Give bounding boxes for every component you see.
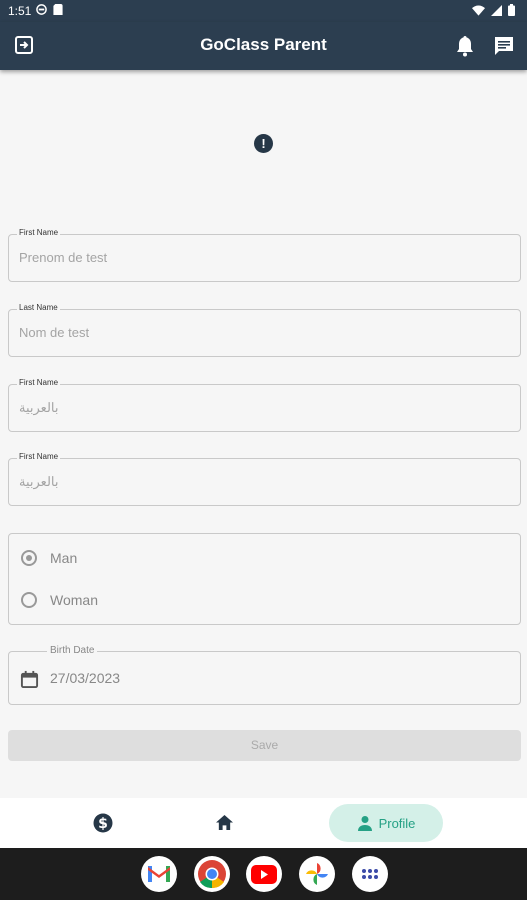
svg-text:$: $	[98, 816, 108, 832]
app-bar: GoClass Parent	[0, 22, 527, 70]
status-time: 1:51	[8, 4, 32, 18]
first-name-label: First Name	[17, 228, 61, 237]
save-button[interactable]: Save	[8, 730, 521, 761]
person-icon	[357, 816, 372, 831]
photos-icon[interactable]	[299, 856, 335, 892]
last-name-arabic-label: First Name	[17, 452, 61, 461]
signal-icon	[491, 4, 502, 16]
sync-status-icon	[36, 4, 47, 15]
radio-unselected-icon[interactable]	[21, 592, 37, 608]
youtube-icon[interactable]	[246, 856, 282, 892]
nav-profile-label: Profile	[378, 815, 416, 831]
last-name-input[interactable]: Nom de test	[19, 325, 89, 340]
last-name-field[interactable]: Last Name Nom de test	[8, 303, 521, 357]
birth-date-label: Birth Date	[47, 645, 98, 656]
sd-card-icon	[53, 4, 63, 15]
birth-date-value[interactable]: 27/03/2023	[50, 670, 120, 686]
nav-payments-icon[interactable]: $	[93, 813, 113, 838]
bottom-navigation: $ Profile	[0, 798, 527, 848]
gender-option-man-label: Man	[50, 550, 78, 566]
first-name-arabic-label: First Name	[17, 378, 61, 387]
android-dock	[0, 848, 527, 900]
wifi-icon	[472, 5, 485, 16]
gender-radio-group: Man Woman	[8, 533, 521, 625]
gender-option-woman[interactable]: Woman	[21, 592, 98, 608]
status-bar: 1:51	[0, 0, 527, 22]
chat-icon[interactable]	[493, 35, 515, 62]
first-name-input[interactable]: Prenom de test	[19, 250, 107, 265]
first-name-arabic-field[interactable]: First Name بالعربية	[8, 378, 521, 432]
last-name-label: Last Name	[17, 303, 60, 312]
last-name-arabic-field[interactable]: First Name بالعربية	[8, 452, 521, 506]
notification-bell-icon[interactable]	[455, 35, 475, 62]
chrome-icon[interactable]	[194, 856, 230, 892]
battery-icon	[508, 4, 515, 16]
app-drawer-icon[interactable]	[352, 856, 388, 892]
profile-alert-icon: !	[254, 134, 273, 153]
calendar-icon[interactable]	[20, 670, 39, 694]
nav-home-icon[interactable]	[215, 814, 234, 836]
first-name-arabic-input[interactable]: بالعربية	[19, 400, 59, 416]
nav-profile-tab[interactable]: Profile	[329, 804, 443, 842]
last-name-arabic-input[interactable]: بالعربية	[19, 474, 59, 490]
gender-option-woman-label: Woman	[50, 592, 98, 608]
gender-option-man[interactable]: Man	[21, 550, 77, 566]
app-title: GoClass Parent	[200, 35, 327, 54]
gmail-icon[interactable]	[141, 856, 177, 892]
first-name-field[interactable]: First Name Prenom de test	[8, 228, 521, 282]
birth-date-field[interactable]: Birth Date 27/03/2023	[8, 645, 521, 705]
radio-selected-icon[interactable]	[21, 550, 37, 566]
